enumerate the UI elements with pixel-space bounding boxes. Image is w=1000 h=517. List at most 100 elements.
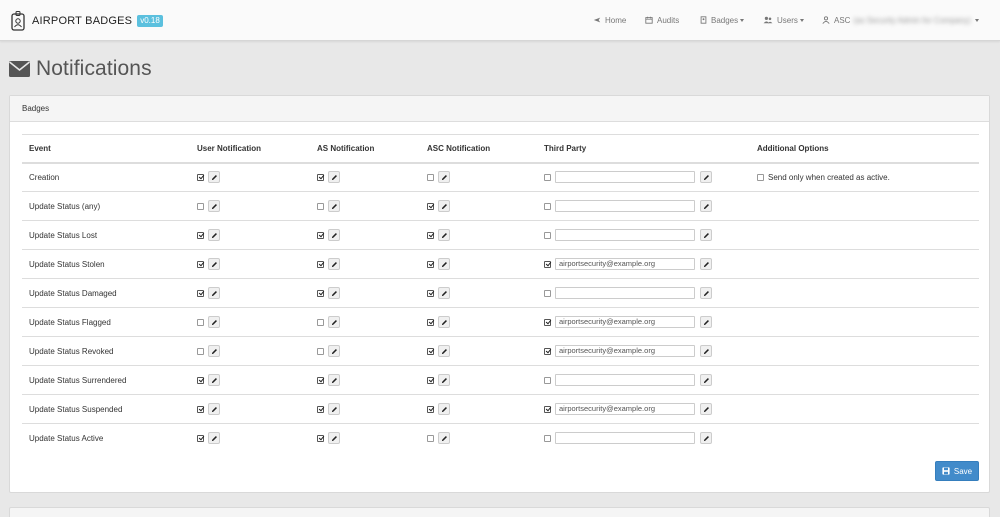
nav-home[interactable]: Home: [593, 13, 626, 27]
asc-notification-checkbox[interactable]: [427, 231, 434, 239]
user-notification-edit-button[interactable]: [208, 316, 220, 328]
as-notification-edit-button[interactable]: [328, 345, 340, 357]
as-notification-checkbox[interactable]: [317, 289, 324, 297]
user-notification-edit-button[interactable]: [208, 374, 220, 386]
as-notification-checkbox[interactable]: [317, 405, 324, 413]
third-party-email-input[interactable]: [555, 229, 695, 241]
pencil-icon: [441, 175, 447, 181]
user-notification-edit-button[interactable]: [208, 403, 220, 415]
third-party-checkbox[interactable]: [544, 260, 551, 268]
third-party-edit-button[interactable]: [700, 229, 712, 241]
third-party-checkbox[interactable]: [544, 376, 551, 384]
user-notification-edit-button[interactable]: [208, 200, 220, 212]
user-notification-checkbox[interactable]: [197, 260, 204, 268]
asc-notification-checkbox[interactable]: [427, 260, 434, 268]
third-party-edit-button[interactable]: [700, 345, 712, 357]
asc-notification-checkbox[interactable]: [427, 434, 434, 442]
nav-badges-dropdown[interactable]: Badges: [700, 13, 745, 27]
as-notification-checkbox[interactable]: [317, 231, 324, 239]
user-notification-checkbox[interactable]: [197, 231, 204, 239]
third-party-edit-button[interactable]: [700, 258, 712, 270]
user-notification-checkbox[interactable]: [197, 202, 204, 210]
user-notification-checkbox[interactable]: [197, 289, 204, 297]
asc-notification-edit-button[interactable]: [438, 316, 450, 328]
nav-user-dropdown[interactable]: ASC (as Security Admin for Company): [822, 13, 979, 27]
as-notification-edit-button[interactable]: [328, 403, 340, 415]
user-notification-checkbox[interactable]: [197, 318, 204, 326]
third-party-edit-button[interactable]: [700, 374, 712, 386]
as-notification-edit-button[interactable]: [328, 316, 340, 328]
as-notification-edit-button[interactable]: [328, 258, 340, 270]
third-party-checkbox[interactable]: [544, 434, 551, 442]
user-notification-edit-button[interactable]: [208, 258, 220, 270]
third-party-checkbox[interactable]: [544, 289, 551, 297]
third-party-email-input[interactable]: [555, 200, 695, 212]
asc-notification-edit-button[interactable]: [438, 287, 450, 299]
asc-notification-checkbox[interactable]: [427, 376, 434, 384]
nav-audits[interactable]: Audits: [645, 13, 679, 27]
third-party-email-input[interactable]: airportsecurity@example.org: [555, 258, 695, 270]
user-notification-edit-button[interactable]: [208, 171, 220, 184]
third-party-edit-button[interactable]: [700, 403, 712, 415]
badge-logo-icon: [11, 11, 25, 31]
asc-notification-edit-button[interactable]: [438, 171, 450, 184]
save-button[interactable]: Save: [935, 461, 979, 481]
third-party-email-input[interactable]: airportsecurity@example.org: [555, 345, 695, 357]
asc-notification-edit-button[interactable]: [438, 345, 450, 357]
as-notification-checkbox[interactable]: [317, 347, 324, 355]
nav-users-dropdown[interactable]: Users: [763, 13, 804, 27]
third-party-checkbox[interactable]: [544, 318, 551, 326]
as-notification-checkbox[interactable]: [317, 173, 324, 181]
user-notification-edit-button[interactable]: [208, 432, 220, 445]
third-party-edit-button[interactable]: [700, 316, 712, 328]
asc-notification-edit-button[interactable]: [438, 374, 450, 386]
asc-notification-edit-button[interactable]: [438, 403, 450, 415]
third-party-email-input[interactable]: [555, 432, 695, 445]
third-party-edit-button[interactable]: [700, 200, 712, 212]
asc-notification-checkbox[interactable]: [427, 202, 434, 210]
asc-notification-checkbox[interactable]: [427, 289, 434, 297]
user-notification-edit-button[interactable]: [208, 229, 220, 241]
third-party-checkbox[interactable]: [544, 231, 551, 239]
third-party-email-input[interactable]: [555, 374, 695, 386]
third-party-checkbox[interactable]: [544, 202, 551, 210]
as-notification-checkbox[interactable]: [317, 202, 324, 210]
as-notification-checkbox[interactable]: [317, 434, 324, 442]
user-notification-checkbox[interactable]: [197, 405, 204, 413]
as-notification-edit-button[interactable]: [328, 200, 340, 212]
as-notification-checkbox[interactable]: [317, 318, 324, 326]
third-party-email-input[interactable]: airportsecurity@example.org: [555, 316, 695, 328]
asc-notification-edit-button[interactable]: [438, 200, 450, 212]
as-notification-edit-button[interactable]: [328, 287, 340, 299]
asc-notification-edit-button[interactable]: [438, 258, 450, 270]
asc-notification-checkbox[interactable]: [427, 347, 434, 355]
brand[interactable]: AIRPORT BADGES v0.18: [11, 10, 163, 32]
user-notification-checkbox[interactable]: [197, 376, 204, 384]
third-party-edit-button[interactable]: [700, 171, 712, 184]
asc-notification-edit-button[interactable]: [438, 229, 450, 241]
user-notification-edit-button[interactable]: [208, 345, 220, 357]
third-party-edit-button[interactable]: [700, 432, 712, 445]
third-party-checkbox[interactable]: [544, 405, 551, 413]
user-notification-checkbox[interactable]: [197, 347, 204, 355]
third-party-checkbox[interactable]: [544, 347, 551, 355]
user-notification-checkbox[interactable]: [197, 434, 204, 442]
as-notification-edit-button[interactable]: [328, 171, 340, 184]
third-party-email-input[interactable]: [555, 171, 695, 184]
as-notification-edit-button[interactable]: [328, 374, 340, 386]
third-party-email-input[interactable]: [555, 287, 695, 299]
asc-notification-checkbox[interactable]: [427, 405, 434, 413]
as-notification-edit-button[interactable]: [328, 229, 340, 241]
asc-notification-checkbox[interactable]: [427, 173, 434, 181]
asc-notification-edit-button[interactable]: [438, 432, 450, 445]
active-only-checkbox[interactable]: [757, 173, 764, 181]
third-party-edit-button[interactable]: [700, 287, 712, 299]
as-notification-edit-button[interactable]: [328, 432, 340, 445]
user-notification-checkbox[interactable]: [197, 173, 204, 181]
user-notification-edit-button[interactable]: [208, 287, 220, 299]
as-notification-checkbox[interactable]: [317, 260, 324, 268]
as-notification-checkbox[interactable]: [317, 376, 324, 384]
third-party-checkbox[interactable]: [544, 173, 551, 181]
third-party-email-input[interactable]: airportsecurity@example.org: [555, 403, 695, 415]
asc-notification-checkbox[interactable]: [427, 318, 434, 326]
